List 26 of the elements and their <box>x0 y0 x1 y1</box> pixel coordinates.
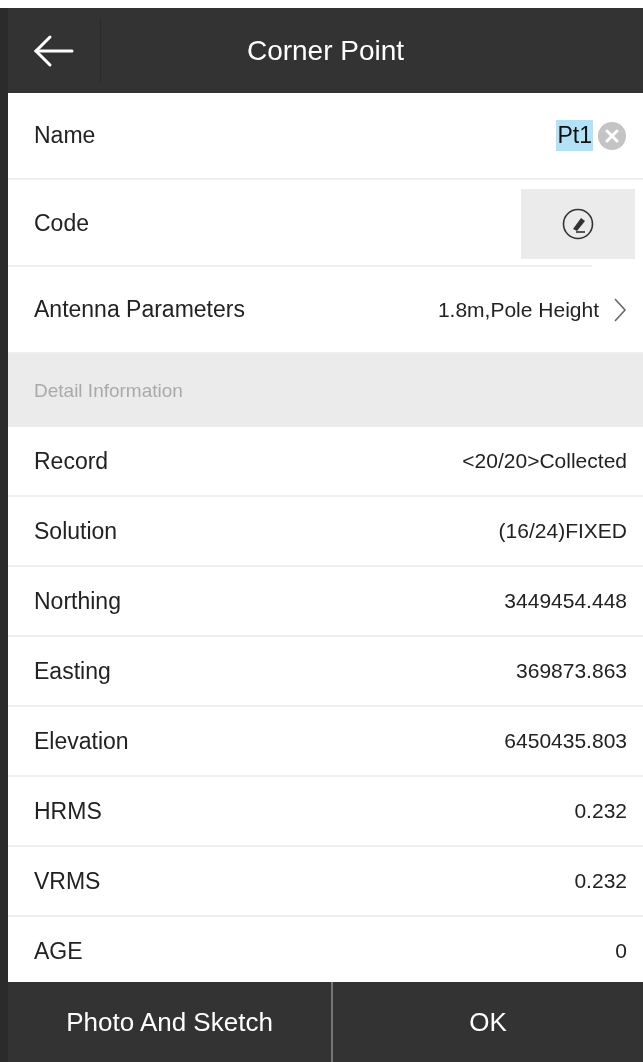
detail-label: AGE <box>34 937 83 965</box>
screen-title: Corner Point <box>246 34 405 67</box>
detail-label: Solution <box>34 517 118 545</box>
detail-value: 0.232 <box>574 869 627 893</box>
field-value: 1.8m,Pole Height <box>437 297 599 322</box>
detail-value: 369873.863 <box>516 659 627 683</box>
detail-value: (16/24)FIXED <box>498 519 627 543</box>
field-label: Antenna Parameters <box>34 296 245 323</box>
detail-label: Record <box>34 447 109 475</box>
detail-value: 3449454.448 <box>504 589 627 613</box>
section-title: Detail Information <box>34 379 183 402</box>
field-label: Name <box>34 122 96 149</box>
detail-label: HRMS <box>34 797 102 825</box>
detail-value: <20/20>Collected <box>462 449 627 473</box>
pencil-icon <box>562 207 594 240</box>
detail-value: 0.232 <box>574 799 627 823</box>
detail-label: Easting <box>34 657 111 685</box>
field-label: Code <box>34 210 89 237</box>
detail-label: Elevation <box>34 727 129 755</box>
detail-label: VRMS <box>34 867 101 895</box>
name-input[interactable]: Pt1 <box>556 120 593 151</box>
detail-label: Northing <box>34 587 121 615</box>
detail-value: 6450435.803 <box>504 729 627 753</box>
detail-value: 0 <box>615 939 627 963</box>
chevron-right-icon <box>613 296 627 323</box>
code-pick-button[interactable] <box>521 188 635 259</box>
